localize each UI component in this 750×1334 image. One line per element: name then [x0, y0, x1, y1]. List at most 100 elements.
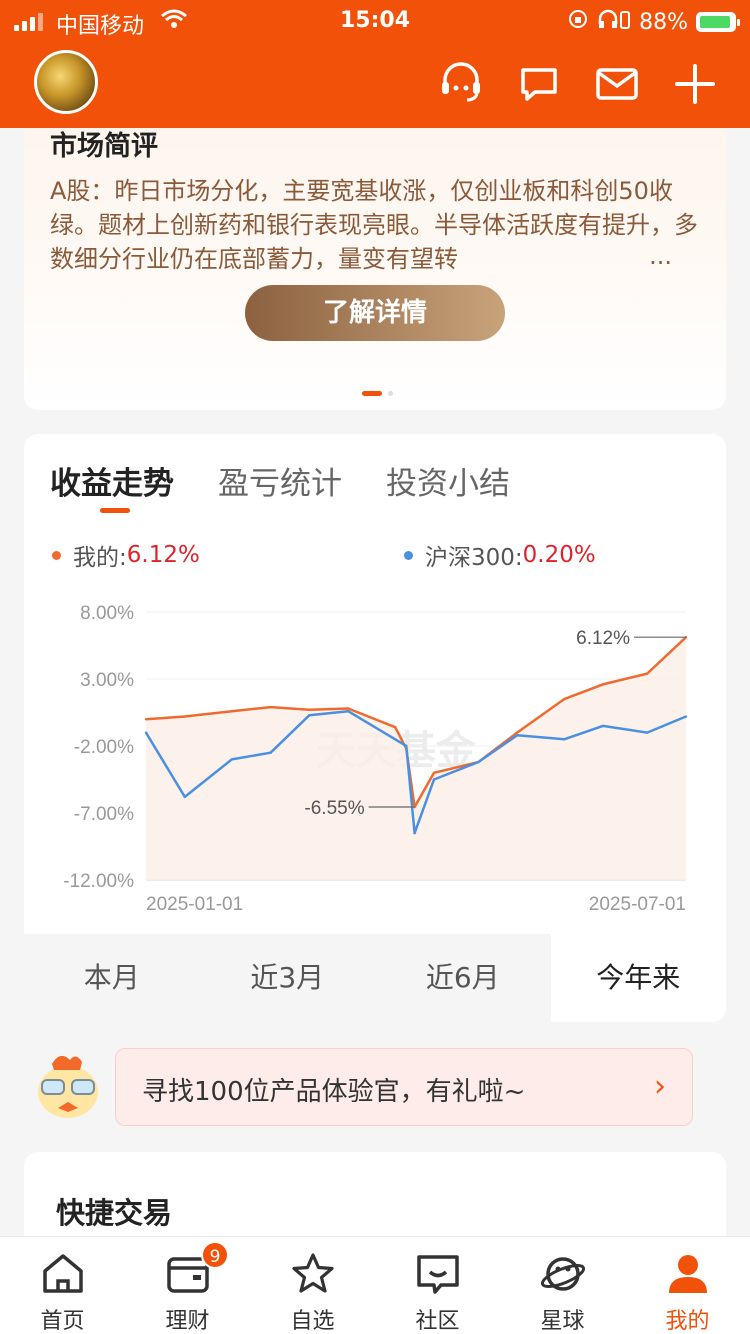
more-ellipsis: ... — [649, 242, 672, 270]
market-review-title: 市场简评 — [50, 131, 158, 162]
battery-percent: 88% — [639, 9, 688, 35]
star-icon — [291, 1253, 334, 1293]
nav-profile[interactable]: 我的 — [625, 1237, 750, 1334]
data-point — [432, 771, 436, 774]
carrier-label: 中国移动 — [56, 14, 145, 39]
tab-pnl-stats[interactable]: 盈亏统计 — [218, 458, 342, 503]
legend-index: 沪深300: 0.20% — [404, 538, 596, 572]
y-tick-label: 8.00% — [80, 603, 134, 624]
bottom-nav: 首页 9 理财 自选 社区 星球 我的 — [0, 1236, 750, 1334]
data-point — [562, 697, 566, 701]
rotation-lock-icon — [567, 8, 589, 36]
nav-watchlist[interactable]: 自选 — [250, 1237, 375, 1334]
data-point — [413, 831, 416, 835]
y-tick-label: -7.00% — [74, 804, 134, 825]
legend-index-label: 沪深300: — [425, 545, 523, 571]
carousel-dot — [388, 391, 393, 396]
nav-community[interactable]: 社区 — [375, 1237, 500, 1334]
legend-mine-value: 6.12% — [126, 542, 200, 568]
returns-chart-card: 收益走势 盈亏统计 投资小结 我的: 6.12% 沪深300: 0.20% 天天… — [24, 434, 726, 1022]
y-tick-label: -12.00% — [63, 871, 134, 892]
data-point — [562, 738, 566, 741]
legend-mine: 我的: 6.12% — [52, 538, 200, 572]
legend-mine-label: 我的: — [73, 545, 127, 571]
signal-icon — [14, 11, 43, 31]
nav-label: 社区 — [415, 1309, 460, 1334]
nav-planet[interactable]: 星球 — [500, 1237, 625, 1334]
carousel-dots — [362, 391, 393, 396]
annotation-label: -6.55% — [304, 798, 364, 819]
avatar[interactable] — [34, 50, 98, 114]
home-icon — [42, 1254, 83, 1293]
status-bar: 中国移动 15:04 88% — [0, 0, 750, 42]
carousel-dot-active — [362, 391, 382, 396]
range-selector: 本月 近3月 近6月 今年来 — [24, 934, 726, 1022]
chat-icon[interactable] — [515, 60, 563, 108]
nav-wealth[interactable]: 9 理财 — [125, 1237, 250, 1334]
data-point — [405, 744, 408, 748]
data-point — [144, 718, 148, 721]
range-this-month[interactable]: 本月 — [24, 934, 200, 1022]
legend-index-value: 0.20% — [522, 542, 596, 568]
data-point — [230, 709, 234, 713]
data-point — [346, 709, 350, 713]
data-point — [646, 672, 649, 675]
nav-label: 我的 — [665, 1309, 710, 1334]
data-point — [394, 738, 397, 741]
quick-trade-title: 快捷交易 — [56, 1196, 173, 1230]
tab-returns-trend[interactable]: 收益走势 — [50, 458, 174, 503]
y-tick-label: -2.00% — [74, 737, 134, 758]
data-point — [515, 731, 519, 734]
data-point — [230, 758, 234, 761]
plus-icon[interactable] — [671, 60, 719, 108]
battery-icon — [696, 12, 740, 32]
data-point — [308, 713, 311, 717]
data-point — [646, 731, 649, 734]
mail-icon[interactable] — [593, 60, 641, 108]
data-point — [308, 708, 311, 712]
annotation-label: 6.12% — [576, 628, 630, 649]
promo-text: 寻找100位产品体验官，有礼啦~ — [142, 1077, 526, 1107]
data-point — [394, 726, 397, 729]
range-3-months[interactable]: 近3月 — [200, 934, 376, 1022]
data-point — [601, 724, 605, 728]
nav-home[interactable]: 首页 — [0, 1237, 125, 1334]
clock: 15:04 — [340, 8, 411, 33]
headphone-icon — [597, 8, 631, 36]
active-tab-indicator — [100, 508, 130, 513]
wifi-icon — [160, 8, 188, 36]
data-point — [601, 683, 605, 686]
chevron-right-icon: › — [654, 1069, 666, 1104]
data-point — [346, 707, 350, 710]
nav-label: 理财 — [165, 1309, 210, 1334]
community-icon — [416, 1255, 459, 1294]
data-point — [684, 715, 688, 718]
profile-icon — [668, 1255, 707, 1293]
nav-label: 自选 — [290, 1309, 335, 1334]
y-tick-label: 3.00% — [80, 670, 134, 691]
nav-label: 首页 — [40, 1309, 85, 1334]
market-review-card: 市场简评 A股：昨日市场分化，主要宽基收涨，仅创业板和科创50收绿。题材上创新药… — [24, 100, 726, 410]
app-header — [0, 42, 750, 128]
mascot-icon — [38, 1055, 98, 1118]
data-point — [269, 705, 272, 709]
market-review-text: A股：昨日市场分化，主要宽基收涨，仅创业板和科创50收绿。题材上创新药和银行表现… — [50, 177, 698, 273]
customer-service-icon[interactable] — [437, 60, 485, 108]
data-point — [477, 760, 480, 764]
x-tick-label: 2025-07-01 — [589, 894, 686, 915]
promo-banner[interactable]: 寻找100位产品体验官，有礼啦~ › — [115, 1048, 693, 1126]
returns-line-chart[interactable]: 天天基金8.00%3.00%-2.00%-7.00%-12.00%2025-01… — [24, 594, 726, 924]
data-point — [432, 778, 436, 781]
learn-more-button[interactable]: 了解详情 — [245, 285, 505, 341]
range-6-months[interactable]: 近6月 — [375, 934, 551, 1022]
data-point — [183, 795, 186, 799]
tab-investment-summary[interactable]: 投资小结 — [386, 458, 510, 503]
notification-badge: 9 — [201, 1241, 229, 1269]
data-point — [183, 715, 186, 718]
data-point — [515, 734, 519, 737]
planet-icon — [540, 1257, 585, 1291]
x-tick-label: 2025-01-01 — [146, 894, 243, 915]
data-point — [269, 751, 272, 754]
nav-label: 星球 — [540, 1309, 585, 1334]
range-ytd[interactable]: 今年来 — [550, 934, 726, 1022]
